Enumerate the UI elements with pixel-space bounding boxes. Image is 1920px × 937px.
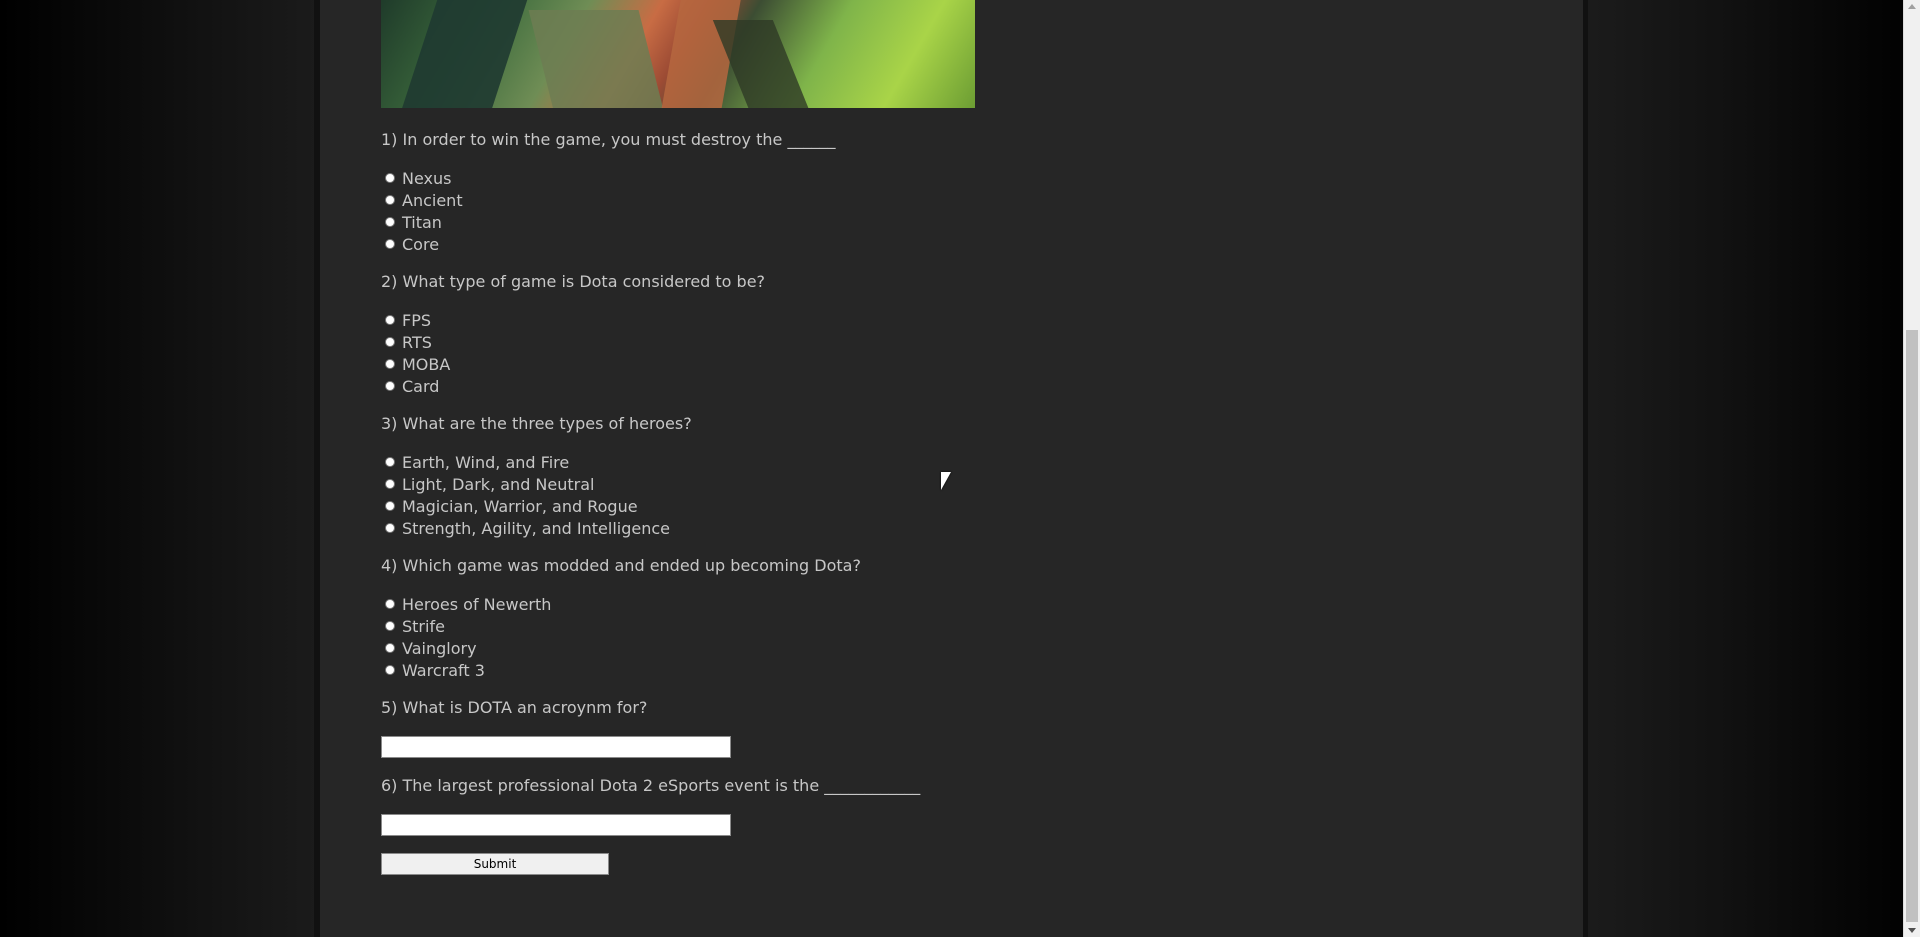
option-label: Nexus <box>402 168 452 188</box>
q2-option-moba[interactable]: MOBA <box>381 354 450 374</box>
option-label: Heroes of Newerth <box>402 594 552 614</box>
scroll-thumb[interactable] <box>1906 330 1918 922</box>
radio-button[interactable] <box>385 523 395 533</box>
option-label: Warcraft 3 <box>402 660 485 680</box>
radio-button[interactable] <box>385 621 395 631</box>
q3-option-light-dark-neutral[interactable]: Light, Dark, and Neutral <box>381 474 594 494</box>
option-label: RTS <box>402 332 432 352</box>
option-label: Earth, Wind, and Fire <box>402 452 570 472</box>
q1-option-titan[interactable]: Titan <box>381 212 442 232</box>
option-label: Titan <box>402 212 442 232</box>
radio-button[interactable] <box>385 195 395 205</box>
option-label: FPS <box>402 310 432 330</box>
radio-button[interactable] <box>385 173 395 183</box>
option-label: Vainglory <box>402 638 477 658</box>
radio-button[interactable] <box>385 665 395 675</box>
q4-option-strife[interactable]: Strife <box>381 616 445 636</box>
esports-event-answer-input[interactable] <box>381 814 731 836</box>
question-1-prompt: 1) In order to win the game, you must de… <box>381 130 836 149</box>
radio-button[interactable] <box>385 381 395 391</box>
question-2-prompt: 2) What type of game is Dota considered … <box>381 272 766 291</box>
question-5-prompt: 5) What is DOTA an acroynm for? <box>381 698 648 717</box>
q1-option-nexus[interactable]: Nexus <box>381 168 451 188</box>
radio-button[interactable] <box>385 479 395 489</box>
option-label: Magician, Warrior, and Rogue <box>402 496 638 516</box>
option-label: MOBA <box>402 354 451 374</box>
scroll-down-arrow-icon[interactable] <box>1908 928 1916 933</box>
q4-option-warcraft-3[interactable]: Warcraft 3 <box>381 660 485 680</box>
q1-option-core[interactable]: Core <box>381 234 439 254</box>
q3-option-strength-agility-intelligence[interactable]: Strength, Agility, and Intelligence <box>381 518 670 538</box>
radio-button[interactable] <box>385 359 395 369</box>
q2-option-rts[interactable]: RTS <box>381 332 432 352</box>
q3-option-magician-warrior-rogue[interactable]: Magician, Warrior, and Rogue <box>381 496 638 516</box>
arrow-cursor-icon <box>941 472 951 490</box>
radio-button[interactable] <box>385 337 395 347</box>
question-6-prompt: 6) The largest professional Dota 2 eSpor… <box>381 776 921 795</box>
radio-button[interactable] <box>385 217 395 227</box>
option-label: Ancient <box>402 190 463 210</box>
hero-artwork-image <box>381 0 975 108</box>
option-label: Strife <box>402 616 445 636</box>
radio-button[interactable] <box>385 599 395 609</box>
q3-option-earth-wind-fire[interactable]: Earth, Wind, and Fire <box>381 452 569 472</box>
option-label: Light, Dark, and Neutral <box>402 474 595 494</box>
vertical-scrollbar[interactable] <box>1903 0 1920 937</box>
option-label: Card <box>402 376 440 396</box>
submit-button[interactable]: Submit <box>381 853 609 875</box>
radio-button[interactable] <box>385 501 395 511</box>
q1-option-ancient[interactable]: Ancient <box>381 190 463 210</box>
q2-option-fps[interactable]: FPS <box>381 310 431 330</box>
radio-button[interactable] <box>385 643 395 653</box>
option-label: Strength, Agility, and Intelligence <box>402 518 671 538</box>
radio-button[interactable] <box>385 315 395 325</box>
acronym-answer-input[interactable] <box>381 736 731 758</box>
option-label: Core <box>402 234 440 254</box>
radio-button[interactable] <box>385 457 395 467</box>
question-3-prompt: 3) What are the three types of heroes? <box>381 414 692 433</box>
q4-option-vainglory[interactable]: Vainglory <box>381 638 477 658</box>
question-4-prompt: 4) Which game was modded and ended up be… <box>381 556 861 575</box>
q4-option-heroes-of-newerth[interactable]: Heroes of Newerth <box>381 594 551 614</box>
radio-button[interactable] <box>385 239 395 249</box>
scroll-up-arrow-icon[interactable] <box>1908 4 1916 9</box>
q2-option-card[interactable]: Card <box>381 376 439 396</box>
